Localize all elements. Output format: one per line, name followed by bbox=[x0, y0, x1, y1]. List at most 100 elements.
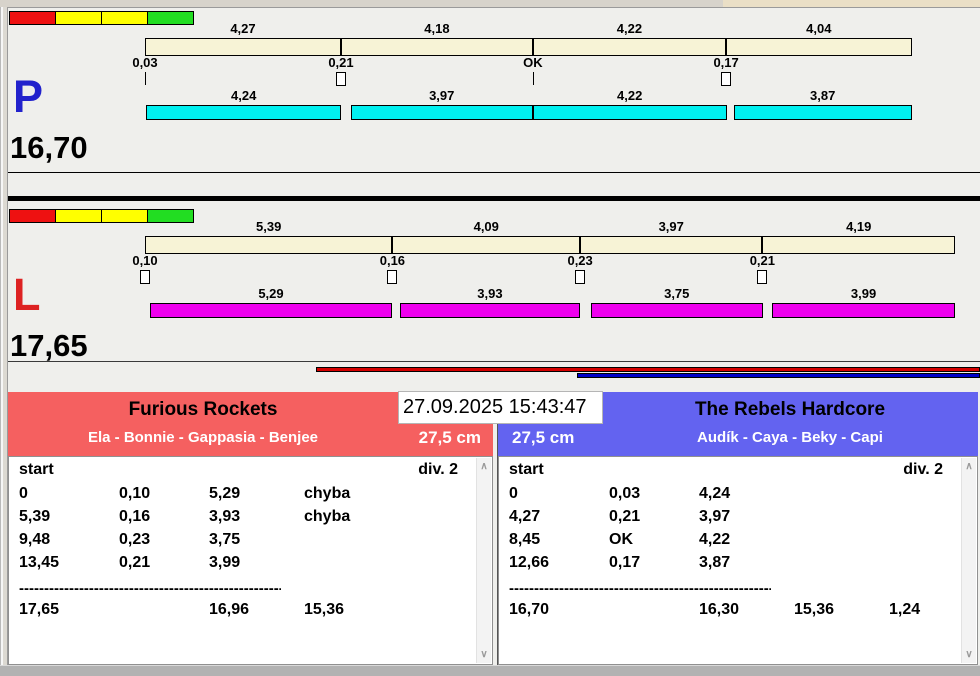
app-window: P 16,70 4,27 0,03 4,24 4,18 0,21 3,97 4,22 OK 4,… bbox=[0, 0, 980, 676]
table-row: 0 0,03 4,24 bbox=[499, 485, 977, 508]
dog-time-label: 4,22 bbox=[617, 88, 643, 103]
split-segment bbox=[145, 236, 393, 254]
table-row: 0 0,10 5,29 chyba bbox=[9, 485, 492, 508]
table-cell: 9,48 bbox=[19, 531, 51, 548]
team-name: The Rebels Hardcore bbox=[694, 399, 886, 420]
changeover-marker bbox=[145, 72, 146, 85]
table-cell: 3,93 bbox=[209, 508, 241, 525]
status-light bbox=[101, 209, 148, 223]
scroll-up-icon[interactable]: ∧ bbox=[962, 461, 976, 472]
table-cell: 16,30 bbox=[699, 601, 740, 618]
lane-letter: P bbox=[13, 71, 44, 122]
table-header-start: start bbox=[19, 461, 54, 478]
table-cell: 4,24 bbox=[699, 485, 731, 502]
dog-time-bar bbox=[733, 105, 912, 120]
split-segment bbox=[580, 236, 763, 254]
table-row: 9,48 0,23 3,75 bbox=[9, 531, 492, 554]
status-light bbox=[9, 11, 56, 25]
table-cell: 0 bbox=[19, 485, 28, 502]
split-segment bbox=[726, 38, 912, 56]
table-cell: 15,36 bbox=[304, 601, 345, 618]
dog-time-label: 3,97 bbox=[429, 88, 455, 103]
split-time-label: 4,18 bbox=[424, 21, 450, 36]
scroll-down-icon[interactable]: ∨ bbox=[962, 649, 976, 660]
lane-p-panel: P 16,70 4,27 0,03 4,24 4,18 0,21 3,97 4,22 OK 4,… bbox=[8, 8, 980, 173]
table-cell: 13,45 bbox=[19, 554, 60, 571]
lane-l-panel: L 17,65 5,39 0,10 5,29 4,09 0,16 3,93 3,97 0,23… bbox=[8, 201, 980, 362]
table-cell: 3,97 bbox=[699, 508, 731, 525]
changeover-marker bbox=[335, 72, 346, 86]
changeover-marker bbox=[721, 72, 732, 86]
changeover-time-label: 0,03 bbox=[132, 55, 158, 70]
lane-l-timeline: L 17,65 5,39 0,10 5,29 4,09 0,16 3,93 3,97 0,23… bbox=[8, 206, 980, 361]
split-time-label: 4,04 bbox=[806, 21, 832, 36]
table-row: 8,45 OK 4,22 bbox=[499, 531, 977, 554]
team-members: Audík - Caya - Beky - Capi bbox=[697, 429, 883, 446]
table-row: 13,45 0,21 3,99 bbox=[9, 554, 492, 577]
changeover-time-label: 0,21 bbox=[749, 253, 775, 268]
table-vertical-scrollbar[interactable]: ∧ ∨ bbox=[476, 458, 491, 663]
team-name: Furious Rockets bbox=[128, 399, 278, 420]
team-panel-left: Furious Rockets Ela - Bonnie - Gappasia … bbox=[8, 392, 493, 665]
changeover-time-label: 0,21 bbox=[328, 55, 354, 70]
table-cell: 0,21 bbox=[609, 508, 641, 525]
changeover-marker bbox=[532, 72, 534, 85]
table-cell: 8,45 bbox=[509, 531, 541, 548]
table-row: 12,66 0,17 3,87 bbox=[499, 554, 977, 577]
lane-p-timeline: P 16,70 4,27 0,03 4,24 4,18 0,21 3,97 4,22 OK 4,… bbox=[8, 8, 980, 172]
scroll-up-icon[interactable]: ∧ bbox=[477, 461, 491, 472]
split-segment bbox=[762, 236, 956, 254]
team-results-table: start div. 2 0 0,10 5,29 chyba 5,39 0,16 3,93 c… bbox=[8, 456, 493, 665]
dog-time-bar bbox=[399, 303, 581, 318]
changeover-marker bbox=[757, 270, 768, 284]
split-segment bbox=[145, 38, 341, 56]
table-separator: ----------------------------------------… bbox=[509, 580, 771, 597]
table-vertical-scrollbar[interactable]: ∧ ∨ bbox=[961, 458, 976, 663]
status-light bbox=[101, 11, 148, 25]
lane-total-time: 16,70 bbox=[10, 130, 88, 165]
datetime-display: 27.09.2025 15:43:47 bbox=[398, 391, 603, 424]
table-cell: 17,65 bbox=[19, 601, 60, 618]
table-cell: 12,66 bbox=[509, 554, 550, 571]
table-header-division: div. 2 bbox=[903, 461, 943, 478]
dog-time-bar bbox=[146, 105, 341, 120]
dog-time-bar bbox=[771, 303, 956, 318]
table-header-division: div. 2 bbox=[418, 461, 458, 478]
table-cell: 0,10 bbox=[119, 485, 151, 502]
table-cell: 3,99 bbox=[209, 554, 241, 571]
table-cell: 0,16 bbox=[119, 508, 151, 525]
changeover-marker bbox=[387, 270, 398, 284]
status-light bbox=[9, 209, 56, 223]
table-header-row: start div. 2 bbox=[9, 461, 492, 485]
split-time-label: 5,39 bbox=[256, 219, 282, 234]
scroll-down-icon[interactable]: ∨ bbox=[477, 649, 491, 660]
team-members: Ela - Bonnie - Gappasia - Benjee bbox=[87, 429, 319, 446]
status-light bbox=[55, 209, 102, 223]
lane-letter: L bbox=[13, 269, 41, 320]
dog-time-label: 5,29 bbox=[258, 286, 284, 301]
dog-time-bar bbox=[590, 303, 763, 318]
split-time-label: 4,22 bbox=[616, 21, 643, 36]
split-segment bbox=[340, 38, 533, 56]
table-cell: 5,39 bbox=[19, 508, 51, 525]
changeover-time-label: OK bbox=[523, 55, 543, 70]
table-cell: 5,29 bbox=[209, 485, 241, 502]
table-cell: 0,23 bbox=[119, 531, 151, 548]
dog-time-bar bbox=[350, 105, 533, 120]
split-segment bbox=[392, 236, 581, 254]
dog-time-bar bbox=[149, 303, 393, 318]
team-panel-right: The Rebels Hardcore Audík - Caya - Beky … bbox=[497, 392, 978, 665]
team-results-table: start div. 2 0 0,03 4,24 4,27 0,21 3,97 8,45 OK… bbox=[498, 456, 978, 665]
table-cell: 15,36 bbox=[794, 601, 835, 618]
dog-time-bar bbox=[532, 105, 727, 120]
datetime-text: 27.09.2025 15:43:47 bbox=[403, 396, 587, 418]
table-totals-row: 16,70 16,30 15,36 1,24 bbox=[499, 599, 977, 627]
table-cell: 4,27 bbox=[509, 508, 541, 525]
table-row: 4,27 0,21 3,97 bbox=[499, 508, 977, 531]
table-cell: 0,21 bbox=[119, 554, 151, 571]
top-window-edge-beige bbox=[723, 0, 980, 7]
table-totals-row: 17,65 16,96 15,36 bbox=[9, 599, 492, 627]
dog-time-label: 3,75 bbox=[664, 286, 690, 301]
table-separator: ----------------------------------------… bbox=[19, 580, 281, 597]
changeover-time-label: 0,10 bbox=[132, 253, 158, 268]
